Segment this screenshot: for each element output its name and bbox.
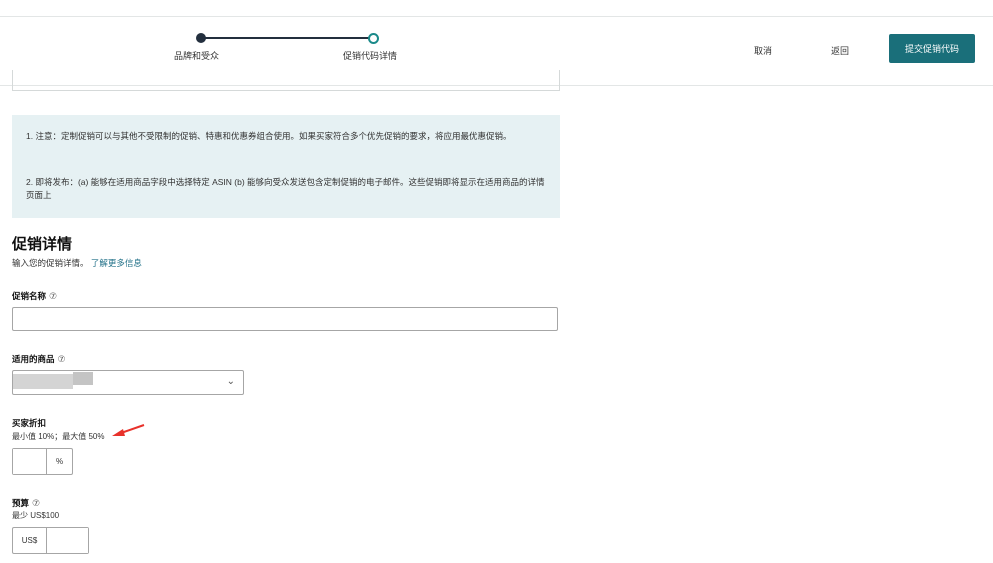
- notice-box: 1. 注意：定制促销可以与其他不受限制的促销、特惠和优惠券组合使用。如果买家符合…: [12, 115, 560, 218]
- budget-label-text: 预算: [12, 498, 30, 508]
- step-current-icon: [368, 33, 379, 44]
- redacted-selection: [13, 374, 73, 389]
- step-label-promo-details[interactable]: 促销代码详情: [343, 49, 397, 62]
- help-icon[interactable]: ⑦: [58, 354, 66, 364]
- buyer-discount-label: 买家折扣: [12, 418, 47, 428]
- description-text: 输入您的促销详情。: [12, 258, 89, 268]
- help-icon[interactable]: ⑦: [32, 498, 40, 508]
- buyer-discount-hint: 最小值 10%；最大值 50%: [12, 432, 105, 441]
- buyer-discount-input[interactable]: [13, 449, 47, 474]
- notice-line-1: 1. 注意：定制促销可以与其他不受限制的促销、特惠和优惠券组合使用。如果买家符合…: [26, 131, 512, 141]
- promo-name-label: 促销名称 ⑦: [12, 290, 57, 302]
- buyer-discount-field: %: [12, 448, 73, 475]
- annotation-arrow-icon: [112, 424, 145, 436]
- applicable-products-label-text: 适用的商品: [12, 354, 55, 364]
- percent-unit: %: [55, 457, 64, 466]
- section-title: 促销详情: [12, 236, 73, 253]
- applicable-products-label: 适用的商品 ⑦: [12, 353, 66, 365]
- previous-field-box: [12, 70, 560, 91]
- budget-label: 预算 ⑦: [12, 497, 40, 509]
- cancel-button[interactable]: 取消: [754, 44, 772, 57]
- promo-name-input[interactable]: [12, 307, 558, 331]
- stepper-progress-line: [201, 37, 373, 39]
- promo-name-label-text: 促销名称: [12, 291, 47, 301]
- currency-prefix: US$: [13, 528, 47, 553]
- section-description: 输入您的促销详情。 了解更多信息: [12, 257, 142, 269]
- help-icon[interactable]: ⑦: [49, 291, 57, 301]
- step-completed-icon: [196, 33, 206, 43]
- budget-field: US$: [12, 527, 89, 554]
- submit-promo-code-button[interactable]: 提交促销代码: [889, 34, 975, 63]
- budget-hint: 最少 US$100: [12, 511, 60, 520]
- chevron-down-icon: ⌄: [226, 376, 235, 387]
- notice-line-2: 2. 即将发布：(a) 能够在适用商品字段中选择特定 ASIN (b) 能够向受…: [26, 177, 545, 200]
- budget-input[interactable]: [47, 528, 88, 553]
- step-label-brand-audience[interactable]: 品牌和受众: [174, 49, 219, 62]
- applicable-products-select[interactable]: ⌄: [12, 370, 244, 395]
- back-button[interactable]: 返回: [831, 44, 849, 57]
- redacted-selection: [73, 372, 93, 385]
- learn-more-link[interactable]: 了解更多信息: [91, 258, 142, 268]
